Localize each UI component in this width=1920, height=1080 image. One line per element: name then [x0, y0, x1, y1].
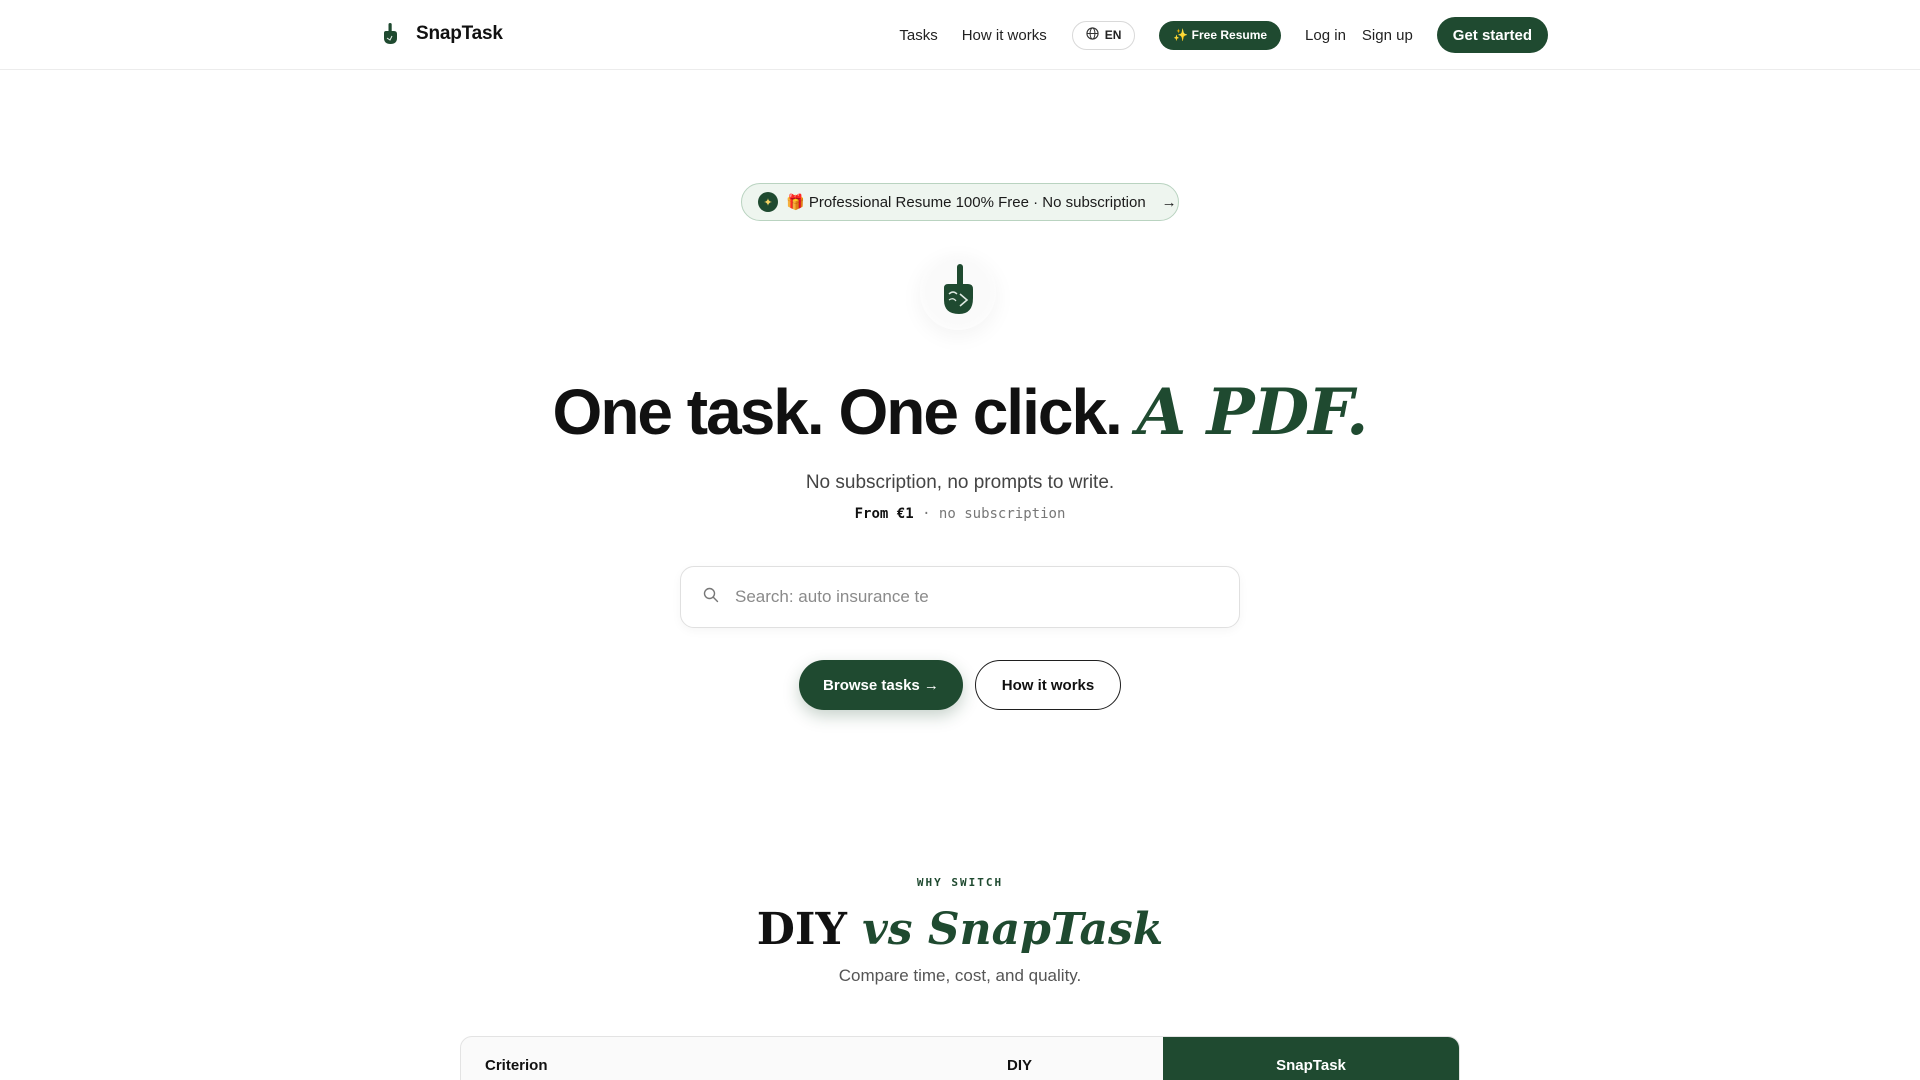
promo-arrow: →	[1161, 193, 1177, 211]
login-link[interactable]: Log in	[1305, 27, 1346, 44]
hero-illustration	[920, 254, 996, 330]
section-eyebrow: WHY SWITCH	[916, 876, 1004, 889]
price-from: From €1	[854, 506, 914, 522]
brand-name: SnapTask	[416, 23, 503, 44]
search-icon	[703, 587, 719, 608]
column-header-diy: DIY	[1007, 1057, 1033, 1074]
section-title-main: DIY	[756, 904, 847, 955]
hero-headline: One task. One click. A PDF.	[0, 372, 1920, 453]
hero-subtitle: No subscription, no prompts to write.	[805, 472, 1115, 493]
top-navbar: SnapTask Tasks How it works EN ✨ Free Re…	[0, 0, 1920, 70]
nav-link-tasks[interactable]: Tasks	[899, 27, 937, 44]
headline-main: One task. One click.	[552, 376, 1123, 448]
language-code: EN	[1104, 28, 1122, 42]
price-line: From €1 · no subscription	[0, 506, 1920, 522]
headline-accent: A PDF.	[1136, 375, 1369, 450]
column-header-criterion: Criterion	[485, 1057, 548, 1074]
globe-icon	[1086, 27, 1099, 43]
nav-link-how-it-works[interactable]: How it works	[962, 27, 1047, 44]
price-note: · no subscription	[922, 506, 1066, 522]
promo-banner[interactable]: ✦ 🎁 Professional Resume 100% Free · No s…	[741, 183, 1179, 221]
signup-link[interactable]: Sign up	[1362, 27, 1413, 44]
sparkle-icon: ✦	[758, 192, 778, 212]
get-started-button[interactable]: Get started	[1436, 17, 1548, 53]
search-input[interactable]	[735, 587, 1215, 607]
free-resume-button[interactable]: ✨ Free Resume	[1159, 20, 1282, 50]
nav-actions: Tasks How it works EN ✨ Free Resume Log …	[899, 0, 1548, 70]
brand-logo-link[interactable]: SnapTask	[380, 20, 503, 48]
task-search-box[interactable]	[680, 566, 1240, 628]
how-it-works-button[interactable]: How it works	[975, 660, 1121, 710]
promo-text: 🎁 Professional Resume 100% Free · No sub…	[786, 194, 1146, 211]
section-title: DIY vs SnapTask	[0, 900, 1920, 960]
comparison-table-header: Criterion DIY SnapTask	[460, 1036, 1460, 1080]
pointing-hand-icon	[380, 20, 400, 48]
language-selector[interactable]: EN	[1071, 20, 1136, 50]
pointing-hand-icon	[940, 263, 976, 321]
column-header-snaptask: SnapTask	[1163, 1037, 1459, 1080]
section-subtitle: Compare time, cost, and quality.	[838, 966, 1082, 985]
browse-tasks-button[interactable]: Browse tasks →	[799, 660, 963, 710]
section-title-accent: vs SnapTask	[862, 904, 1164, 955]
